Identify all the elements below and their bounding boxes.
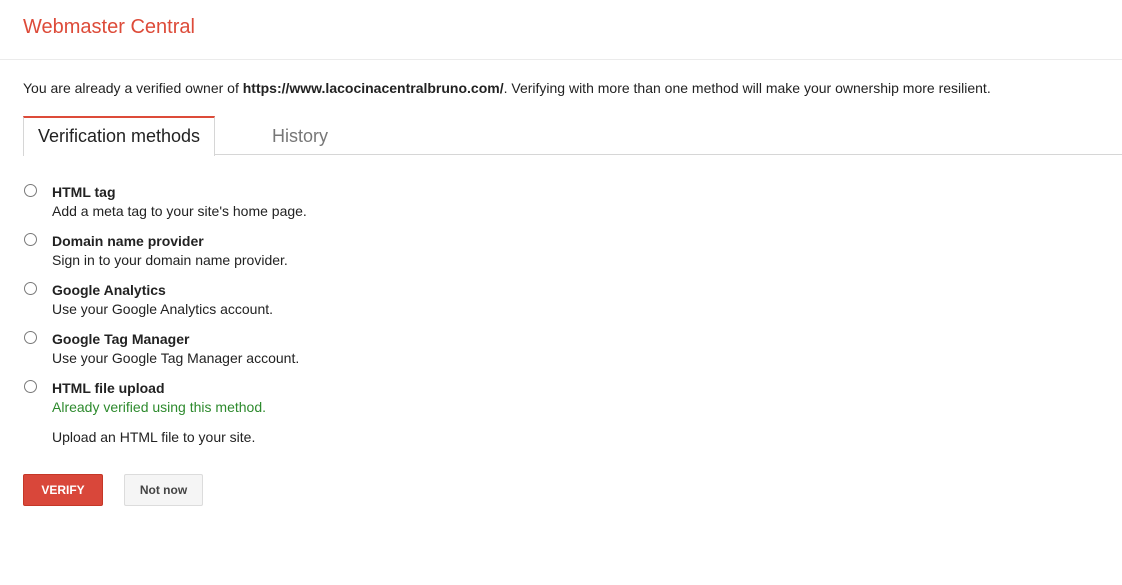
radio-domain-name-provider[interactable]	[24, 233, 37, 246]
method-html-file-upload[interactable]: HTML file upload Already verified using …	[23, 378, 723, 445]
radio-html-file-upload[interactable]	[24, 380, 37, 393]
tab-bar: Verification methods History	[23, 116, 1122, 156]
notice-suffix: . Verifying with more than one method wi…	[503, 80, 991, 96]
radio-google-analytics[interactable]	[24, 282, 37, 295]
method-title: Google Tag Manager	[52, 331, 190, 347]
app-header: Webmaster Central	[0, 0, 1122, 60]
method-google-analytics[interactable]: Google Analytics Use your Google Analyti…	[23, 280, 723, 329]
method-google-tag-manager[interactable]: Google Tag Manager Use your Google Tag M…	[23, 329, 723, 378]
radio-google-tag-manager[interactable]	[24, 331, 37, 344]
method-domain-name-provider[interactable]: Domain name provider Sign in to your dom…	[23, 231, 723, 280]
method-title: HTML tag	[52, 184, 116, 200]
method-description: Upload an HTML file to your site.	[52, 429, 256, 445]
not-now-button[interactable]: Not now	[124, 474, 203, 506]
method-description: Add a meta tag to your site's home page.	[52, 203, 307, 219]
method-title: HTML file upload	[52, 380, 165, 396]
method-verified-status: Already verified using this method.	[52, 399, 266, 415]
verify-button[interactable]: VERIFY	[23, 474, 103, 506]
method-description: Use your Google Analytics account.	[52, 301, 274, 317]
tab-history[interactable]: History	[215, 116, 385, 155]
verification-methods-list: HTML tag Add a meta tag to your site's h…	[23, 182, 723, 445]
radio-html-tag[interactable]	[24, 184, 37, 197]
ownership-notice: You are already a verified owner of http…	[23, 80, 991, 96]
method-description: Use your Google Tag Manager account.	[52, 350, 300, 366]
notice-site-url: https://www.lacocinacentralbruno.com/	[242, 80, 504, 96]
method-title: Google Analytics	[52, 282, 166, 298]
method-title: Domain name provider	[52, 233, 204, 249]
tab-verification-methods[interactable]: Verification methods	[23, 116, 215, 156]
notice-prefix: You are already a verified owner of	[23, 80, 243, 96]
app-title: Webmaster Central	[23, 16, 195, 38]
method-description: Sign in to your domain name provider.	[52, 252, 288, 268]
method-html-tag[interactable]: HTML tag Add a meta tag to your site's h…	[23, 182, 723, 231]
